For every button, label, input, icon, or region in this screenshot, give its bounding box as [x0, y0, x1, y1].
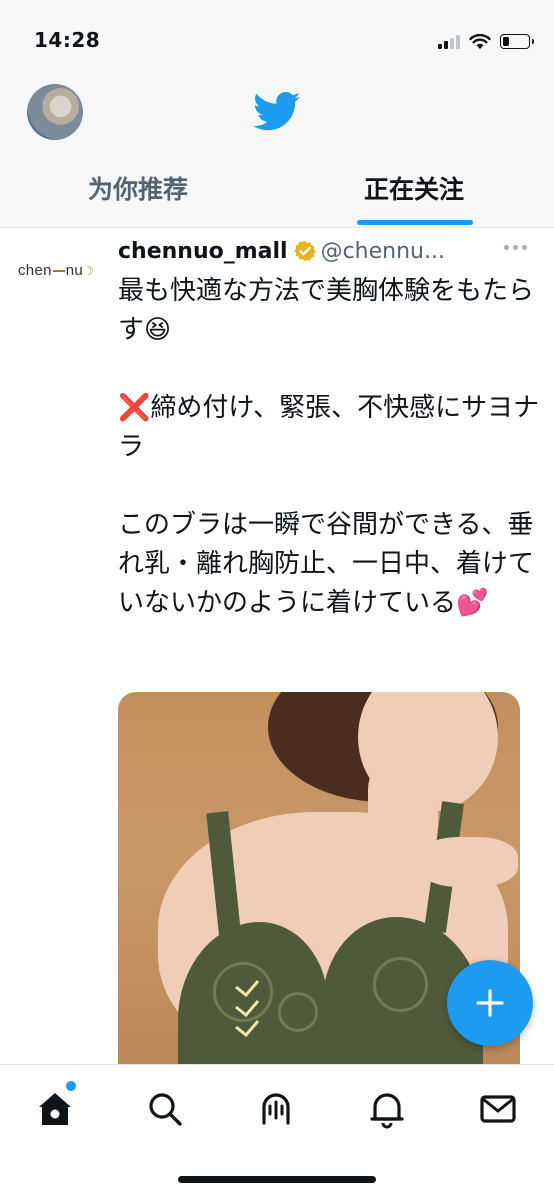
active-tab-indicator — [357, 220, 473, 225]
nav-search[interactable] — [143, 1087, 187, 1131]
tab-for-you[interactable]: 为你推荐 — [60, 170, 216, 206]
tweet[interactable]: chen nu☽ chennuo_mall @chennu... 最も快適な方法で… — [0, 228, 554, 1064]
brand-avatar-dash — [52, 270, 65, 273]
verified-badge-icon — [293, 240, 316, 262]
nav-spaces[interactable] — [254, 1087, 298, 1131]
cellular-signal-icon — [438, 33, 460, 49]
home-indicator — [178, 1176, 376, 1183]
notifications-icon — [370, 1093, 404, 1129]
nav-messages[interactable] — [476, 1087, 520, 1131]
brand-avatar-text: chen — [18, 262, 52, 279]
nav-notifications[interactable] — [365, 1087, 409, 1131]
wifi-icon — [469, 33, 491, 49]
spaces-icon — [262, 1093, 290, 1125]
user-handle[interactable]: @chennu... — [321, 239, 445, 264]
messages-icon — [480, 1095, 516, 1123]
status-icons — [438, 30, 534, 52]
home-notification-dot — [66, 1081, 76, 1091]
more-options-icon[interactable] — [504, 245, 538, 255]
tab-following[interactable]: 正在关注 — [336, 170, 492, 206]
tweet-header: chennuo_mall @chennu... — [118, 234, 538, 268]
home-icon — [39, 1093, 71, 1125]
tweet-text: 最も快適な方法で美胸体験をもたらす😆 ❌締め付け、緊張、不快感にサヨナラ このブ… — [118, 276, 540, 618]
brand-avatar-text-end: nu — [65, 262, 84, 279]
status-time: 14:28 — [34, 28, 101, 52]
battery-level — [503, 36, 509, 46]
battery-icon — [500, 33, 534, 49]
profile-avatar[interactable] — [27, 84, 83, 140]
display-name[interactable]: chennuo_mall — [118, 239, 288, 264]
search-icon — [149, 1093, 182, 1126]
home-header: 为你推荐 正在关注 — [0, 80, 554, 228]
brand-avatar[interactable]: chen nu☽ — [18, 262, 106, 290]
compose-button[interactable] — [447, 960, 533, 1046]
brand-moon-icon: ☽ — [83, 264, 95, 278]
twitter-bird-icon — [253, 92, 301, 131]
nav-home[interactable] — [33, 1087, 77, 1131]
compose-plus-icon — [476, 989, 504, 1017]
status-bar: 14:28 — [0, 0, 554, 80]
